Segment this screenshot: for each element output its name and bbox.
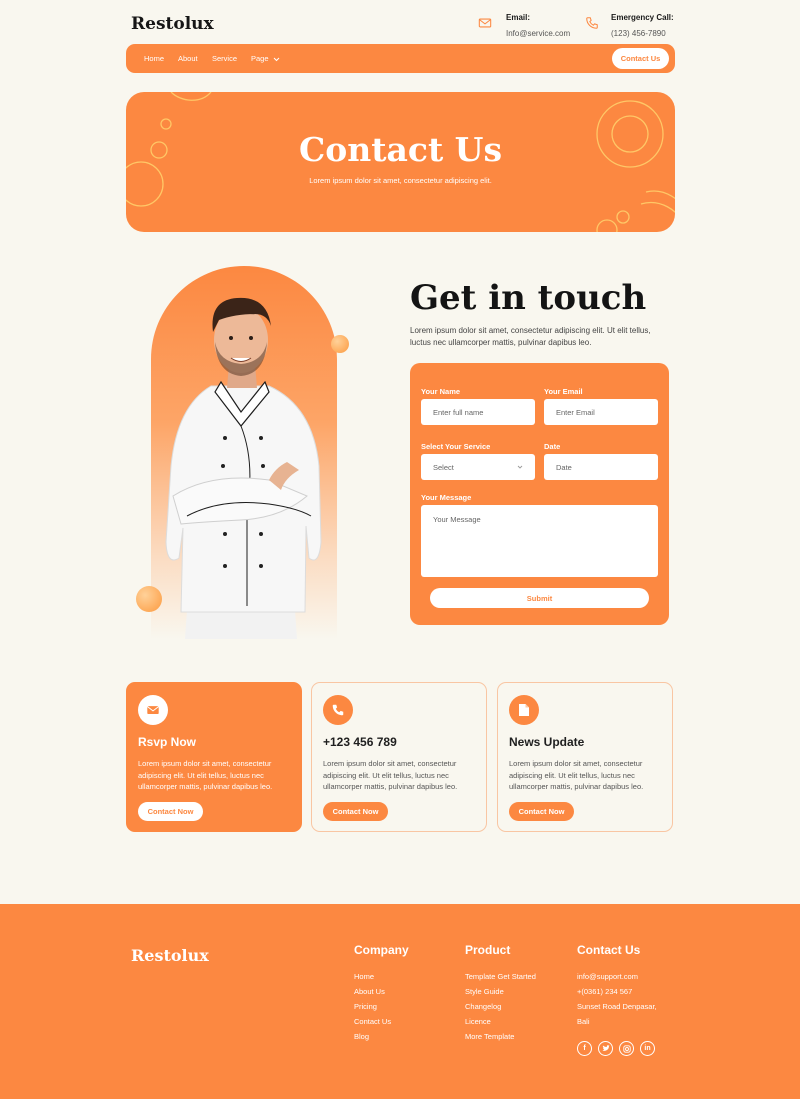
date-input[interactable]: Date — [544, 454, 658, 480]
footer-link[interactable]: Home — [354, 969, 409, 984]
nav-about[interactable]: About — [178, 54, 198, 63]
footer-email[interactable]: info@support.com — [577, 969, 657, 984]
linkedin-icon[interactable]: in — [640, 1041, 655, 1056]
footer-contact: Contact Us info@support.com +(0361) 234 … — [577, 943, 657, 1056]
decorative-ball — [331, 335, 349, 353]
chef-image — [151, 266, 337, 639]
contact-now-button[interactable]: Contact Now — [509, 802, 574, 821]
hero-title: Contact Us — [298, 130, 503, 169]
header-email: Email: Info@service.com — [478, 13, 570, 38]
document-icon — [509, 695, 539, 725]
instagram-icon[interactable] — [619, 1041, 634, 1056]
envelope-icon — [478, 18, 492, 28]
card-title: +123 456 789 — [323, 735, 397, 749]
footer-company: Company Home About Us Pricing Contact Us… — [354, 943, 409, 1044]
facebook-icon[interactable]: f — [577, 1041, 592, 1056]
footer-company-title: Company — [354, 943, 409, 957]
footer-product-title: Product — [465, 943, 511, 957]
social-links: f in — [577, 1041, 657, 1056]
email-label: Your Email — [544, 387, 583, 396]
footer-link[interactable]: Changelog — [465, 999, 536, 1014]
phone-icon — [323, 695, 353, 725]
service-select[interactable]: Select — [421, 454, 535, 480]
footer-address: Sunset Road Denpasar, — [577, 1002, 657, 1011]
phone-icon — [586, 17, 598, 29]
footer-link[interactable]: Contact Us — [354, 1014, 409, 1029]
card-phone: +123 456 789 Lorem ipsum dolor sit amet,… — [311, 682, 487, 832]
contact-now-button[interactable]: Contact Now — [138, 802, 203, 821]
card-rsvp: Rsvp Now Lorem ipsum dolor sit amet, con… — [126, 682, 302, 832]
nav-service[interactable]: Service — [212, 54, 237, 63]
message-label: Your Message — [421, 493, 472, 502]
footer-link[interactable]: More Template — [465, 1029, 536, 1044]
chevron-down-icon — [517, 465, 523, 469]
footer-brand[interactable]: Restolux — [131, 946, 209, 965]
footer-link[interactable]: Pricing — [354, 999, 409, 1014]
card-title: Rsvp Now — [138, 735, 197, 749]
footer-product: Product Template Get Started Style Guide… — [465, 943, 536, 1044]
header-call: Emergency Call: (123) 456-7890 — [585, 13, 674, 38]
call-label: Emergency Call: — [611, 13, 674, 22]
footer-link[interactable]: Style Guide — [465, 984, 536, 999]
nav-home[interactable]: Home — [144, 54, 164, 63]
hero-banner: Contact Us Lorem ipsum dolor sit amet, c… — [126, 92, 675, 232]
nav-page[interactable]: Page — [251, 54, 280, 63]
card-news: News Update Lorem ipsum dolor sit amet, … — [497, 682, 673, 832]
hero-subtitle: Lorem ipsum dolor sit amet, consectetur … — [309, 176, 492, 185]
message-textarea[interactable]: Your Message — [421, 505, 658, 577]
email-input[interactable]: Enter Email — [544, 399, 658, 425]
service-label: Select Your Service — [421, 442, 491, 451]
card-text: Lorem ipsum dolor sit amet, consectetur … — [138, 759, 273, 791]
call-value[interactable]: (123) 456-7890 — [611, 29, 674, 38]
contact-title: Get in touch — [410, 278, 647, 318]
footer-contact-title: Contact Us — [577, 943, 641, 957]
email-label: Email: — [506, 13, 531, 22]
card-title: News Update — [509, 735, 585, 749]
contact-form: Your Name Enter full name Your Email Ent… — [410, 363, 669, 625]
footer-link[interactable]: Template Get Started — [465, 969, 536, 984]
brand-logo[interactable]: Restolux — [131, 14, 214, 34]
name-label: Your Name — [421, 387, 461, 396]
nav-contact-button[interactable]: Contact Us — [612, 48, 669, 69]
chevron-down-icon — [273, 57, 279, 61]
footer: Restolux Company Home About Us Pricing C… — [0, 904, 800, 1099]
twitter-icon[interactable] — [598, 1041, 613, 1056]
main-nav: Home About Service Page Contact Us — [126, 44, 675, 73]
contact-text: Lorem ipsum dolor sit amet, consectetur … — [410, 326, 651, 347]
email-value[interactable]: Info@service.com — [506, 29, 570, 38]
service-select-value: Select — [433, 462, 454, 472]
card-text: Lorem ipsum dolor sit amet, consectetur … — [509, 759, 644, 791]
footer-link[interactable]: Blog — [354, 1029, 409, 1044]
contact-now-button[interactable]: Contact Now — [323, 802, 388, 821]
date-label: Date — [544, 442, 561, 451]
footer-phone[interactable]: +(0361) 234 567 — [577, 984, 657, 999]
nav-page-label: Page — [251, 54, 269, 63]
chef-illustration — [165, 297, 322, 639]
envelope-icon — [138, 695, 168, 725]
footer-link[interactable]: Licence — [465, 1014, 536, 1029]
footer-link[interactable]: About Us — [354, 984, 409, 999]
submit-button[interactable]: Submit — [430, 588, 649, 608]
decorative-ball — [136, 586, 162, 612]
card-text: Lorem ipsum dolor sit amet, consectetur … — [323, 759, 458, 791]
name-input[interactable]: Enter full name — [421, 399, 535, 425]
footer-address: Bali — [577, 1017, 590, 1026]
